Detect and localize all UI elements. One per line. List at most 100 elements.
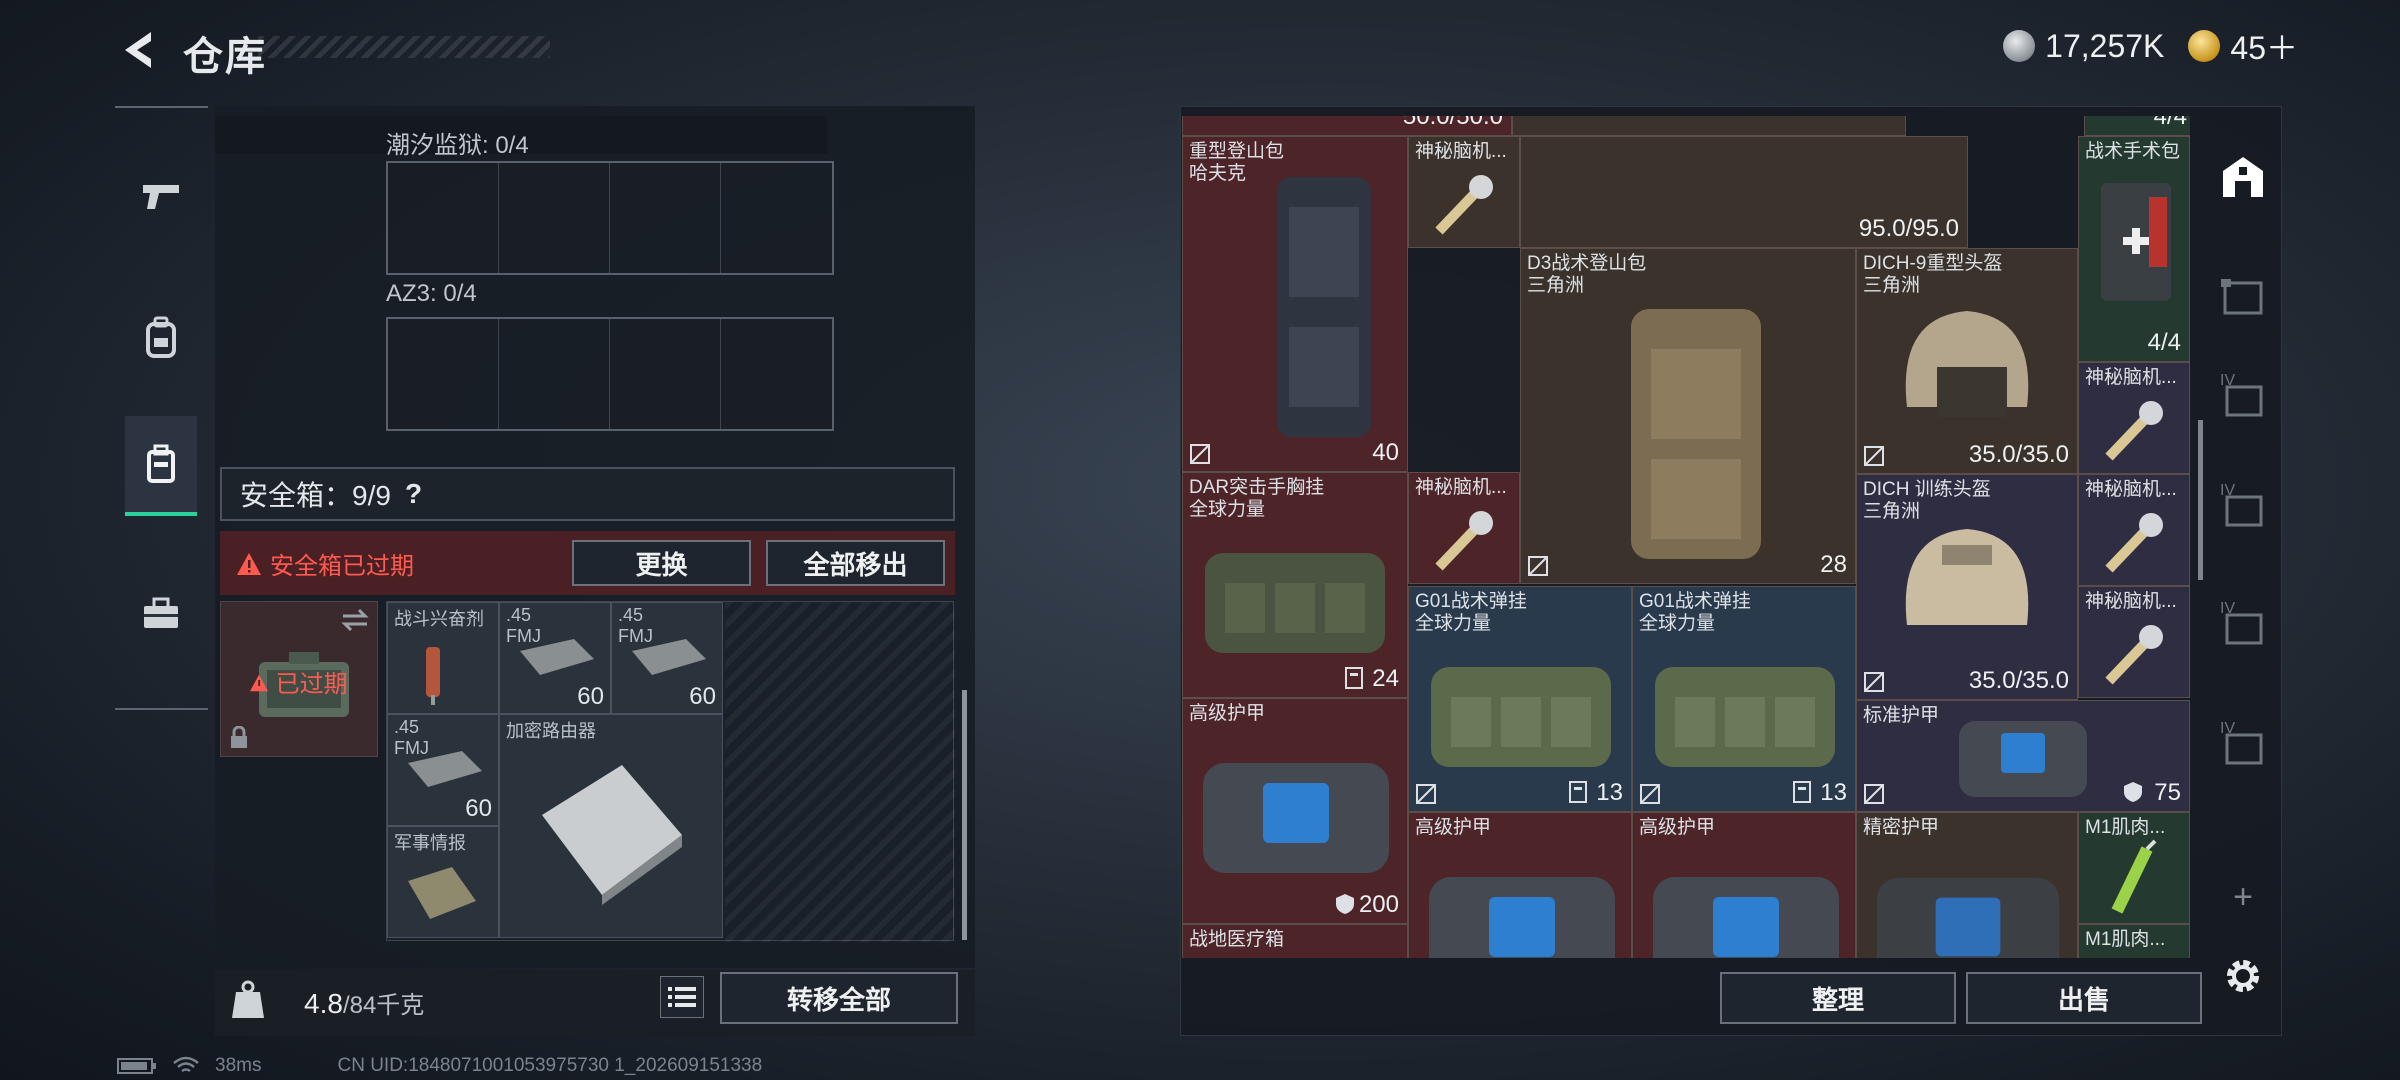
nav-weapons[interactable] (125, 146, 197, 246)
vest-image (1205, 553, 1385, 653)
no-insure-icon (1640, 784, 1660, 804)
surgery-kit-image (2101, 183, 2171, 301)
backpack-icon (146, 316, 176, 358)
item-stimulant[interactable]: 战斗兴奋剂 (387, 602, 499, 714)
item-d3-backpack[interactable]: D3战术登山包 三角洲 28 (1520, 248, 1856, 584)
container-label-2: AZ3: 0/4 (386, 280, 477, 307)
currency-bar: 17,257K 45＋ (1952, 24, 2298, 68)
chip-image (1435, 511, 1493, 571)
item-standard-armor[interactable]: 标准护甲 75 (1856, 700, 2190, 812)
page-title: 仓库 (183, 35, 267, 79)
armor-image (1203, 763, 1389, 873)
tab-storage-4[interactable]: IV (2212, 476, 2274, 538)
item-field-medkit[interactable]: 战地医疗箱 (1182, 924, 1408, 958)
container-grid-2[interactable] (386, 317, 834, 431)
no-insure-icon (1864, 446, 1884, 466)
item-tile[interactable]: 4/4 (2084, 116, 2190, 136)
status-bar: 38ms CN UID:1848071001053975730 1_202609… (117, 1055, 762, 1077)
no-insure-icon (1416, 784, 1436, 804)
shield-icon (2124, 782, 2142, 802)
case-icon (147, 444, 175, 483)
container-grid-1[interactable] (386, 161, 834, 275)
locked-area (725, 602, 955, 942)
item-tile[interactable]: 50.0/50.0 (1182, 116, 1512, 136)
helmet-image (1905, 311, 2029, 417)
item-brain-chip[interactable]: 神秘脑机... (2078, 586, 2190, 698)
warehouse-icon (2223, 157, 2263, 197)
no-insure-icon (1190, 444, 1210, 464)
item-advanced-armor[interactable]: 高级护甲 200 (1182, 698, 1408, 924)
ping: 38ms (215, 1055, 262, 1076)
item-advanced-armor[interactable]: 高级护甲 (1408, 812, 1632, 958)
item-dar-vest[interactable]: DAR突击手胸挂 全球力量 24 (1182, 472, 1408, 698)
vest-image (1431, 667, 1611, 767)
item-m1-muscle[interactable]: M1肌肉... (2078, 812, 2190, 924)
item-ammo[interactable]: .45 FMJ 60 (499, 602, 611, 714)
list-view-button[interactable] (660, 976, 704, 1018)
add-storage-button[interactable]: + (2212, 866, 2274, 928)
item-m1-muscle[interactable]: M1肌肉... (2078, 924, 2190, 958)
helmet-image (1905, 529, 2029, 625)
gear-icon (2227, 960, 2259, 992)
item-tile[interactable] (1512, 116, 1906, 136)
document-image (408, 867, 476, 919)
tab-storage-3[interactable]: IV (2212, 366, 2274, 428)
settings-button[interactable] (2212, 945, 2274, 1007)
armor-image (1653, 877, 1839, 958)
expired-text: 安全箱已过期 (270, 553, 414, 580)
replace-button[interactable]: 更换 (572, 540, 751, 586)
item-brain-chip[interactable]: 神秘脑机... (2078, 474, 2190, 586)
armor-image (1876, 877, 2060, 958)
tab-warehouse[interactable] (2212, 146, 2274, 208)
item-g01-vest[interactable]: G01战术弹挂 全球力量 13 (1408, 586, 1632, 812)
nav-toolbox[interactable] (125, 563, 197, 663)
expired-notice: 安全箱已过期 (236, 546, 414, 581)
item-ammo[interactable]: .45 FMJ 60 (387, 714, 499, 826)
ammo-box-image (632, 639, 706, 675)
item-dich9-helmet[interactable]: DICH-9重型头盔 三角洲 35.0/35.0 (1856, 248, 2078, 474)
help-icon[interactable]: ? (405, 478, 422, 510)
armor-image (1959, 721, 2087, 797)
item-brain-chip[interactable]: 神秘脑机... (1408, 472, 1520, 584)
chip-image (2105, 401, 2163, 461)
transfer-all-button[interactable]: 转移全部 (720, 972, 958, 1024)
currency-gold[interactable]: 45＋ (2230, 23, 2298, 69)
sort-button[interactable]: 整理 (1720, 972, 1956, 1024)
no-insure-icon (1864, 672, 1884, 692)
item-brain-chip[interactable]: 神秘脑机... (2078, 362, 2190, 474)
safe-case-slot[interactable]: 已过期 (220, 601, 378, 757)
item-dich-training-helmet[interactable]: DICH 训练头盔 三角洲 35.0/35.0 (1856, 474, 2078, 700)
uid-text: CN UID:1848071001053975730 1_20260915133… (337, 1055, 763, 1076)
tab-storage-2[interactable] (2212, 266, 2274, 328)
tab-storage-5[interactable]: IV (2212, 594, 2274, 656)
toolbox-icon (144, 597, 178, 628)
nav-safe-box[interactable] (125, 416, 197, 516)
item-router[interactable]: 加密路由器 (499, 714, 723, 938)
move-all-out-button[interactable]: 全部移出 (766, 540, 945, 586)
item-surgery-kit[interactable]: 战术手术包 4/4 (2078, 136, 2190, 362)
chip-image (2105, 625, 2163, 685)
warning-icon (250, 674, 268, 692)
backpack-image (1277, 177, 1371, 437)
item-ammo[interactable]: .45 FMJ 60 (611, 602, 723, 714)
item-helmet-top[interactable]: 95.0/95.0 (1520, 136, 1968, 248)
warning-icon (237, 552, 261, 575)
item-g01-vest[interactable]: G01战术弹挂 全球力量 13 (1632, 586, 1856, 812)
tab-storage-6[interactable]: IV (2212, 714, 2274, 776)
nav-equipment[interactable] (125, 288, 197, 388)
swap-icon (341, 608, 369, 632)
case-expired-label: 已过期 (249, 664, 348, 699)
title-decoration (258, 36, 550, 58)
safe-box-label: 安全箱：9/9 (240, 480, 391, 511)
item-advanced-armor[interactable]: 高级护甲 (1632, 812, 1856, 958)
gold-coin-icon (2188, 30, 2221, 62)
safe-box-header: 安全箱：9/9 ? (220, 467, 955, 521)
no-insure-icon (1864, 784, 1884, 804)
sell-button[interactable]: 出售 (1966, 972, 2202, 1024)
left-scrollbar[interactable] (962, 690, 967, 940)
item-precision-armor[interactable]: 精密护甲 (1856, 812, 2078, 958)
item-military-intel[interactable]: 军事情报 (387, 826, 499, 938)
item-brain-chip[interactable]: 神秘脑机... (1408, 136, 1520, 248)
item-heavy-backpack[interactable]: 重型登山包 哈夫克 40 (1182, 136, 1408, 472)
back-button[interactable] (112, 22, 162, 78)
